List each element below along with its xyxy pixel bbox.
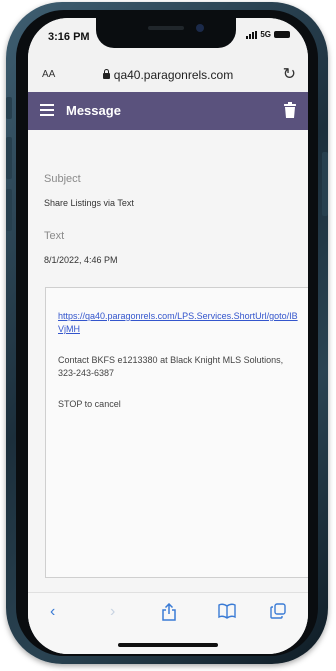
status-indicators: 5G xyxy=(246,30,290,39)
message-date: 8/1/2022, 4:46 PM xyxy=(44,255,118,265)
url-field[interactable]: qa40.paragonrels.com xyxy=(28,68,308,82)
network-label: 5G xyxy=(260,30,271,39)
contact-text: Contact BKFS e1213380 at Black Knight ML… xyxy=(58,355,284,378)
text-label: Text xyxy=(44,230,65,242)
menu-icon[interactable] xyxy=(40,104,54,116)
share-icon[interactable] xyxy=(161,603,177,621)
address-bar[interactable]: AA qa40.paragonrels.com ↻ xyxy=(28,58,308,93)
volume-up-button xyxy=(6,137,12,179)
status-bar: 3:16 PM 5G xyxy=(28,18,308,58)
back-icon[interactable]: ‹ xyxy=(50,603,55,621)
message-body: https://qa40.paragonrels.com/LPS.Service… xyxy=(45,287,308,578)
battery-icon xyxy=(274,31,290,38)
browser-toolbar: ‹ › xyxy=(28,592,308,654)
app-header: Message xyxy=(28,92,308,130)
mute-switch xyxy=(6,97,12,119)
screen: 3:16 PM 5G AA qa40.paragonrels.com ↻ Mes… xyxy=(28,18,308,654)
subject-value: Share Listings via Text xyxy=(44,198,134,208)
lock-icon xyxy=(102,69,110,79)
speaker xyxy=(148,26,184,30)
listing-link[interactable]: https://qa40.paragonrels.com/LPS.Service… xyxy=(58,311,298,334)
bookmarks-icon[interactable] xyxy=(218,603,236,619)
url-text: qa40.paragonrels.com xyxy=(113,68,234,82)
status-time: 3:16 PM xyxy=(48,31,90,43)
power-button xyxy=(322,152,328,216)
page-title: Message xyxy=(66,103,121,118)
home-indicator xyxy=(118,643,218,647)
volume-down-button xyxy=(6,189,12,231)
tabs-icon[interactable] xyxy=(270,603,286,619)
stop-text: STOP to cancel xyxy=(58,399,121,409)
camera xyxy=(196,24,204,32)
notch xyxy=(96,18,236,48)
signal-icon xyxy=(246,30,258,39)
reload-icon[interactable]: ↻ xyxy=(283,64,296,84)
trash-icon[interactable] xyxy=(284,102,296,118)
subject-label: Subject xyxy=(44,173,81,185)
message-detail: Subject Share Listings via Text Text 8/1… xyxy=(28,130,308,592)
forward-icon[interactable]: › xyxy=(110,603,115,621)
